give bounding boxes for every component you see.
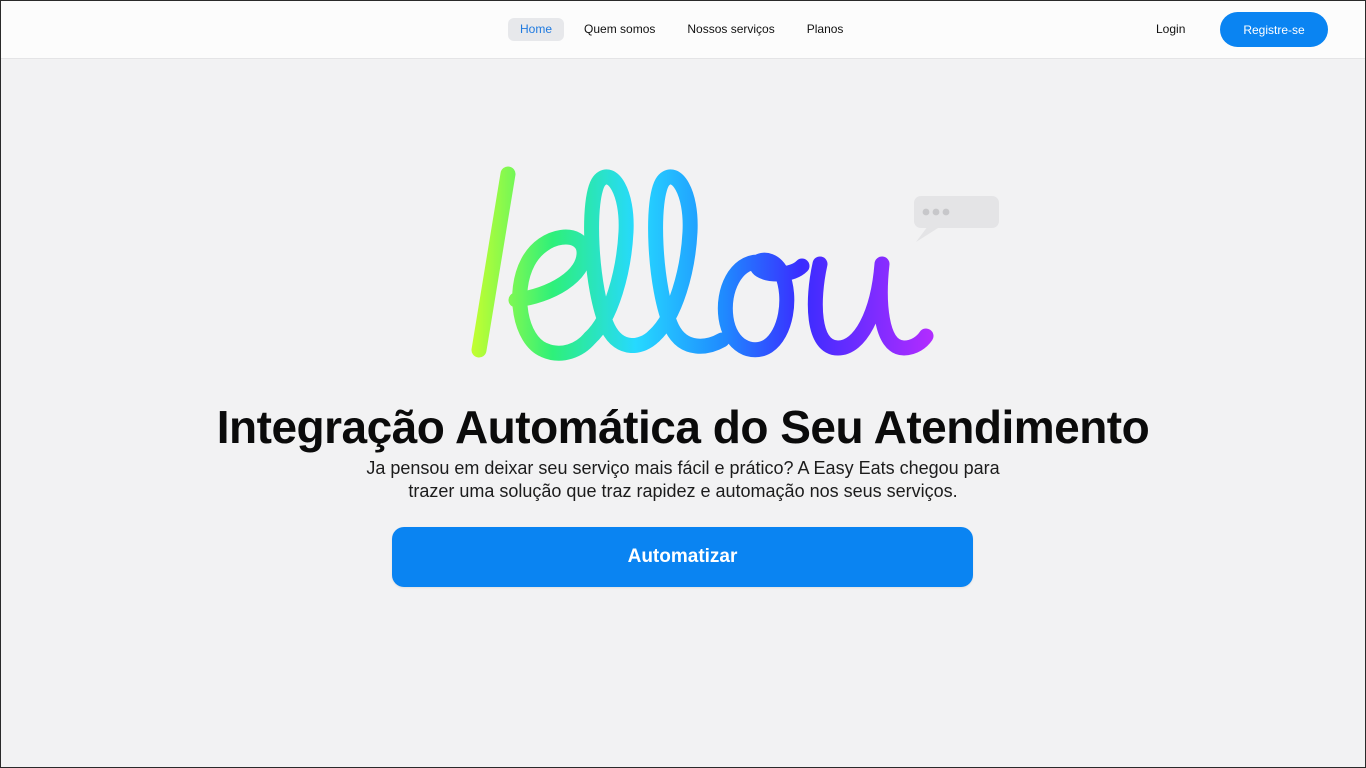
nav-links: Home Quem somos Nossos serviços Planos [508,18,863,41]
hero-subtitle-line-1: Ja pensou em deixar seu serviço mais fác… [366,458,1000,478]
window-border [0,0,1366,768]
hero-subtitle: Ja pensou em deixar seu serviço mais fác… [320,457,1046,503]
automatizar-button[interactable]: Automatizar [392,527,973,587]
login-link[interactable]: Login [1156,22,1185,36]
register-button[interactable]: Registre-se [1220,12,1328,47]
nav-item-home[interactable]: Home [508,18,565,41]
logo-text: lellou [1020,150,1021,151]
hero-subtitle-line-2: trazer uma solução que traz rapidez e au… [408,481,958,501]
nav-item-nossos-servicos[interactable]: Nossos serviços [675,18,786,41]
nav-item-planos[interactable]: Planos [795,18,856,41]
hero-title: Integração Automática do Seu Atendimento [216,401,1150,453]
lellou-logo-graphic [471,166,999,361]
nav-item-quem-somos[interactable]: Quem somos [572,18,667,41]
lellou-logo: lellou [440,150,1020,380]
chat-bubble-typing-icon [914,196,999,242]
top-navbar: Home Quem somos Nossos serviços Planos L… [0,0,1366,59]
